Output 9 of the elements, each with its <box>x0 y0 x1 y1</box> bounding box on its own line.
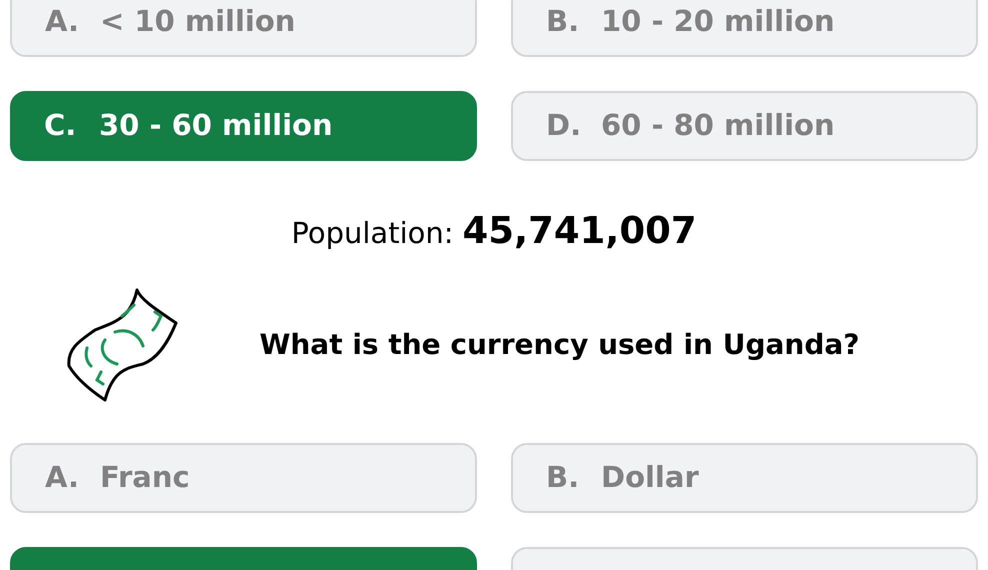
answer-option[interactable]: A. Franc <box>10 443 477 513</box>
answer-option[interactable]: B. Dollar <box>511 443 978 513</box>
population-value: 45,741,007 <box>462 208 697 254</box>
answer-option[interactable]: D. 60 - 80 million <box>511 91 978 161</box>
answer-option[interactable]: A. < 10 million <box>10 0 477 57</box>
answer-option[interactable]: C. 30 - 60 million <box>10 91 477 161</box>
question-text: What is the currency used in Uganda? <box>259 327 860 363</box>
population-label: Population: <box>291 215 454 252</box>
answer-option[interactable]: B. 10 - 20 million <box>511 0 978 57</box>
